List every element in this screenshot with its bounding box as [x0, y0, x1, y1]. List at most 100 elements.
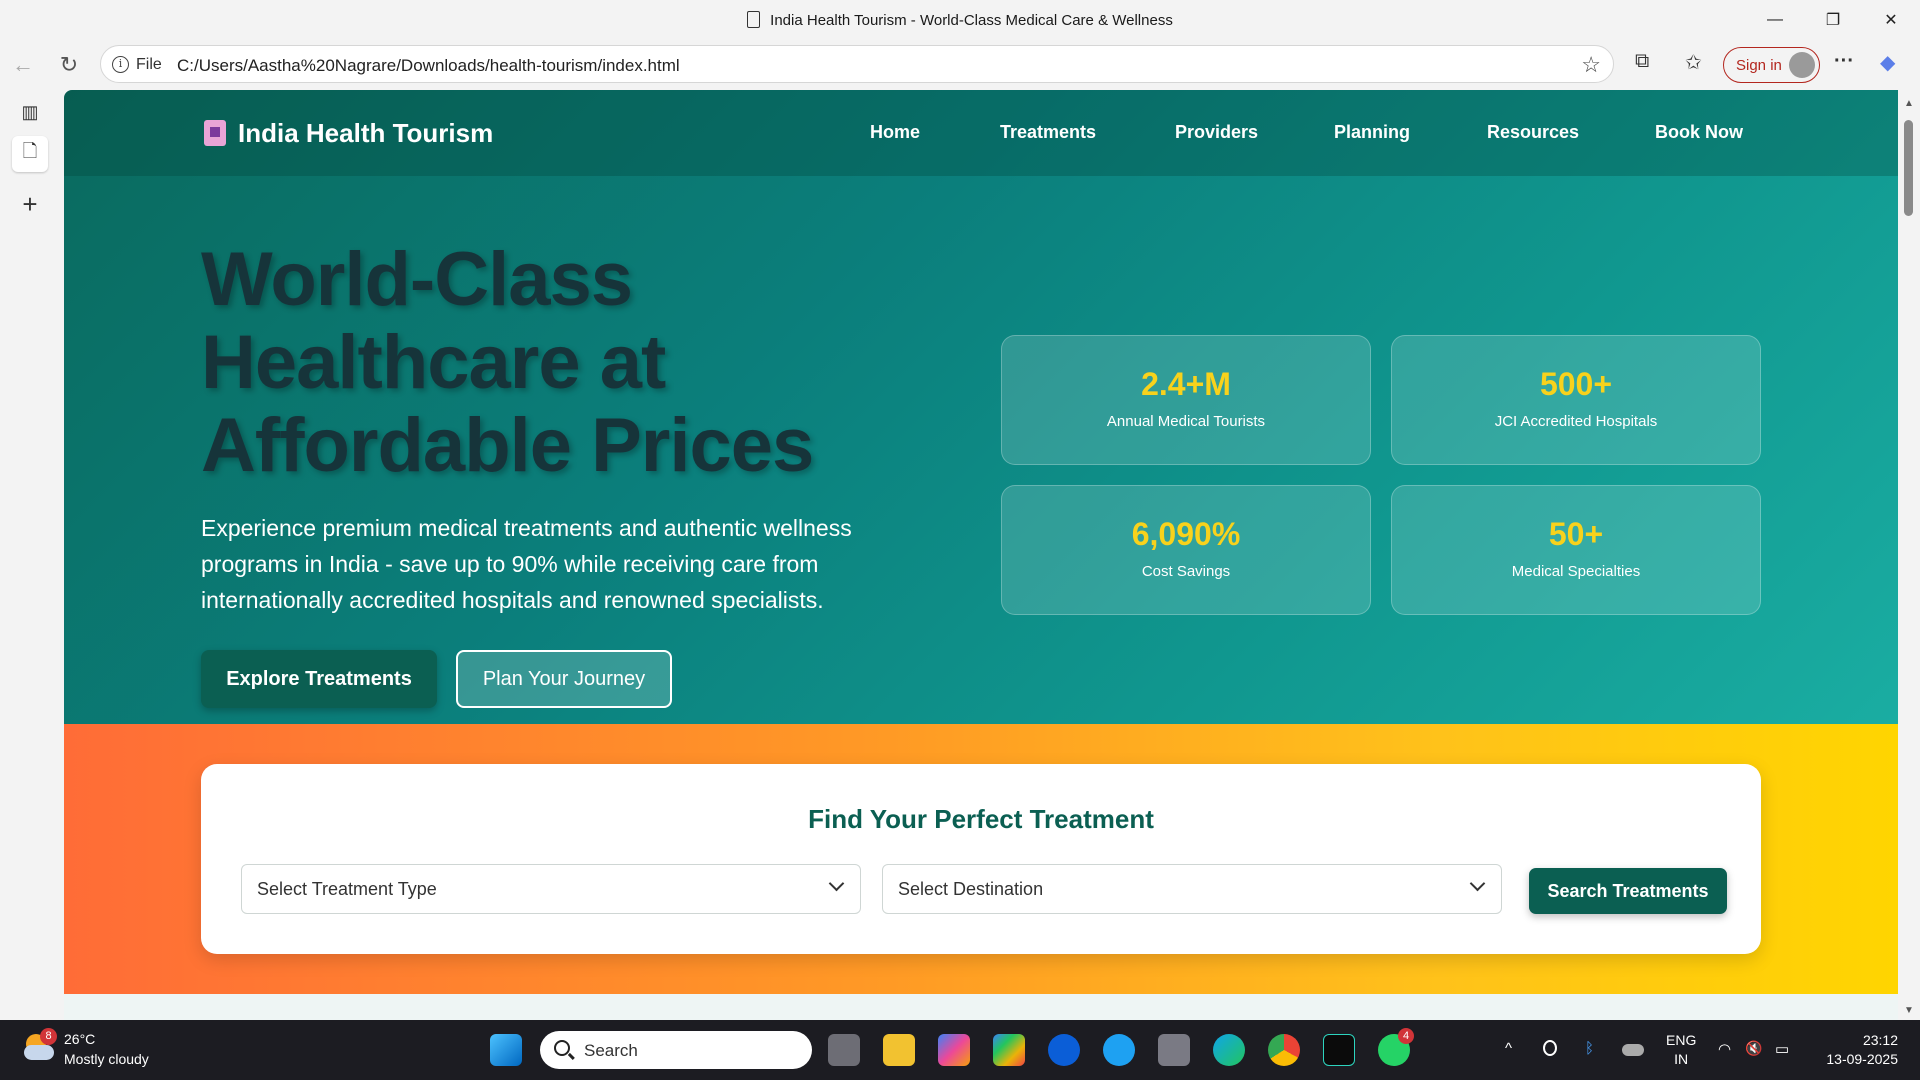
help-icon[interactable]: [1103, 1034, 1135, 1066]
stat-value: 6,090%: [1131, 516, 1241, 552]
page-viewport: India Health Tourism Home Treatments Pro…: [64, 90, 1898, 1020]
search-card-title: Find Your Perfect Treatment: [808, 804, 1154, 834]
microsoft-store-icon[interactable]: [993, 1034, 1025, 1066]
scroll-up-arrow-icon[interactable]: ▲: [1904, 98, 1914, 109]
explore-treatments-button[interactable]: Explore Treatments: [201, 650, 437, 708]
treatment-type-select[interactable]: Select Treatment Type: [241, 864, 861, 914]
cloud-icon: [24, 1045, 54, 1060]
favorites-icon[interactable]: ✩: [1685, 50, 1702, 75]
file-scheme-label: File: [136, 56, 162, 73]
wifi-icon[interactable]: ◠: [1718, 1040, 1731, 1058]
stat-label: Annual Medical Tourists: [1106, 413, 1266, 430]
scrollbar-thumb[interactable]: [1904, 120, 1913, 216]
stat-value: 50+: [1548, 516, 1604, 552]
tab-actions-icon[interactable]: ▥: [12, 94, 48, 130]
copilot-app-icon[interactable]: [938, 1034, 970, 1066]
clock-time: 23:12: [1862, 1032, 1898, 1048]
nav-providers[interactable]: Providers: [1175, 122, 1258, 143]
weather-badge: 8: [40, 1028, 57, 1045]
volume-muted-icon[interactable]: 🔇: [1745, 1040, 1762, 1057]
sign-in-button[interactable]: Sign in: [1723, 47, 1820, 83]
nav-home[interactable]: Home: [870, 122, 920, 143]
bluetooth-icon[interactable]: ᛒ: [1585, 1040, 1594, 1057]
language-bottom: IN: [1674, 1051, 1689, 1067]
nav-planning[interactable]: Planning: [1334, 122, 1410, 143]
address-bar[interactable]: i File C:/Users/Aastha%20Nagrare/Downloa…: [100, 45, 1614, 83]
window-title: India Health Tourism - World-Class Medic…: [0, 11, 1920, 29]
stat-label: JCI Accredited Hospitals: [1494, 413, 1658, 430]
hero-section: India Health Tourism Home Treatments Pro…: [64, 90, 1898, 724]
language-top: ENG: [1666, 1032, 1697, 1048]
scroll-down-arrow-icon[interactable]: ▼: [1904, 1005, 1914, 1016]
camera-icon[interactable]: [1158, 1034, 1190, 1066]
task-view-icon[interactable]: [828, 1034, 860, 1066]
stat-card: 2.4+M Annual Medical Tourists: [1001, 335, 1371, 465]
onedrive-sync-icon[interactable]: [1543, 1040, 1557, 1056]
url-text[interactable]: C:/Users/Aastha%20Nagrare/Downloads/heal…: [177, 56, 680, 76]
hospital-logo-icon: [204, 120, 226, 146]
site-brand[interactable]: India Health Tourism: [204, 118, 493, 149]
browser-toolbar: ← ↻ i File C:/Users/Aastha%20Nagrare/Dow…: [0, 40, 1920, 90]
language-indicator[interactable]: ENG IN: [1666, 1031, 1696, 1069]
edge-browser-icon[interactable]: [1213, 1034, 1245, 1066]
weather-condition[interactable]: Mostly cloudy: [64, 1051, 149, 1067]
stat-value: 2.4+M: [1141, 366, 1231, 402]
hero-title: World-Class Healthcare at Affordable Pri…: [201, 237, 814, 488]
nav-book-now[interactable]: Book Now: [1655, 122, 1743, 143]
copilot-icon[interactable]: ◆: [1880, 50, 1895, 75]
active-tab-page-icon[interactable]: 🗋: [12, 136, 48, 172]
taskbar: 8 26°C Mostly cloudy Search 4 ^ ᛒ ENG IN…: [0, 1020, 1920, 1080]
more-options-icon[interactable]: ···: [1834, 50, 1854, 73]
clock[interactable]: 23:12 13-09-2025: [1818, 1031, 1898, 1069]
site-info-icon[interactable]: i: [112, 56, 129, 73]
chevron-down-icon: [828, 875, 845, 892]
tray-chevron-icon[interactable]: ^: [1505, 1040, 1512, 1057]
sign-in-label: Sign in: [1736, 57, 1782, 74]
treatment-search-card: Find Your Perfect Treatment Select Treat…: [201, 764, 1761, 954]
game-app-icon[interactable]: [1323, 1034, 1355, 1066]
cloud-offline-icon[interactable]: [1622, 1044, 1644, 1056]
chrome-icon[interactable]: [1268, 1034, 1300, 1066]
weather-icon[interactable]: 8: [22, 1028, 57, 1064]
back-button[interactable]: ←: [6, 48, 40, 82]
search-icon: [554, 1040, 570, 1056]
destination-value: Select Destination: [898, 879, 1044, 899]
vertical-tab-strip: ▥ 🗋 +: [0, 90, 64, 1020]
page-scrollbar[interactable]: ▲ ▼: [1898, 90, 1920, 1020]
favorite-star-icon[interactable]: ☆: [1581, 52, 1601, 78]
chevron-down-icon: [1469, 875, 1486, 892]
nav-resources[interactable]: Resources: [1487, 122, 1579, 143]
close-button[interactable]: ✕: [1862, 0, 1920, 40]
nav-treatments[interactable]: Treatments: [1000, 122, 1096, 143]
taskbar-search[interactable]: Search: [540, 1031, 812, 1069]
destination-select[interactable]: Select Destination: [882, 864, 1502, 914]
site-navbar: India Health Tourism Home Treatments Pro…: [64, 90, 1898, 176]
treatment-search-section: Find Your Perfect Treatment Select Treat…: [64, 724, 1898, 994]
profile-avatar-icon: [1789, 52, 1815, 78]
stat-card: 6,090% Cost Savings: [1001, 485, 1371, 615]
stat-value: 500+: [1539, 366, 1613, 402]
treatment-type-value: Select Treatment Type: [257, 879, 437, 899]
stat-label: Cost Savings: [1141, 563, 1231, 580]
battery-icon[interactable]: ▭: [1775, 1040, 1789, 1058]
restore-button[interactable]: ❐: [1804, 0, 1862, 40]
document-icon: [747, 11, 761, 28]
weather-temperature[interactable]: 26°C: [64, 1031, 95, 1047]
file-explorer-icon[interactable]: [883, 1034, 915, 1066]
extensions-icon[interactable]: ⧉: [1635, 50, 1649, 73]
hp-icon[interactable]: [1048, 1034, 1080, 1066]
stat-card: 50+ Medical Specialties: [1391, 485, 1761, 615]
stat-card: 500+ JCI Accredited Hospitals: [1391, 335, 1761, 465]
minimize-button[interactable]: —: [1746, 0, 1804, 40]
reload-button[interactable]: ↻: [52, 48, 86, 82]
new-tab-button[interactable]: +: [12, 186, 48, 222]
search-treatments-button[interactable]: Search Treatments: [1529, 868, 1727, 914]
clock-date: 13-09-2025: [1826, 1051, 1898, 1067]
window-title-bar: India Health Tourism - World-Class Medic…: [0, 0, 1920, 40]
windows-start-icon[interactable]: [490, 1034, 522, 1066]
brand-name: India Health Tourism: [238, 118, 494, 148]
next-section-edge: [64, 994, 1898, 1020]
stat-label: Medical Specialties: [1511, 563, 1641, 580]
taskbar-search-placeholder: Search: [584, 1041, 638, 1060]
plan-journey-button[interactable]: Plan Your Journey: [456, 650, 672, 708]
